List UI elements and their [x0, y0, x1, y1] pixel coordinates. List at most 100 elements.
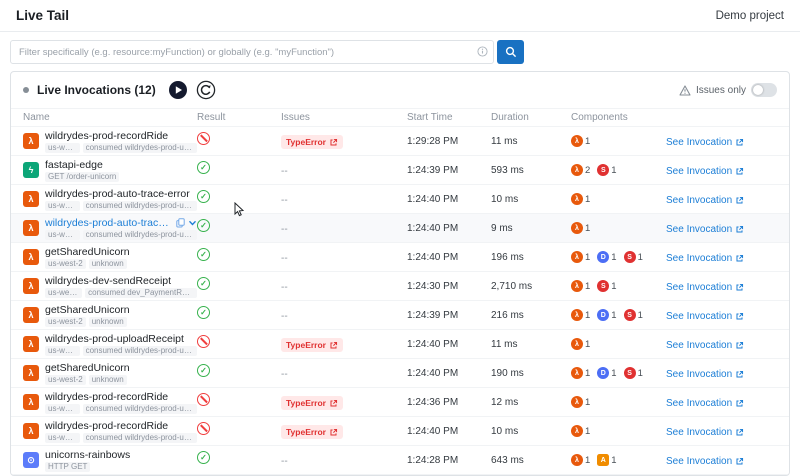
issue-badge[interactable]: TypeError [281, 338, 343, 352]
toggle-knob [753, 85, 763, 95]
table-row[interactable]: λ wildrydes-prod-auto-trace-error us-wes… [11, 214, 789, 243]
component-badge: λ1 [571, 367, 590, 379]
meta-chip: consumed wildrydes-prod-unicornDis [82, 229, 197, 240]
table-row[interactable]: λ wildrydes-prod-recordRide us-west-2 con… [11, 388, 789, 417]
issue-badge-label: TypeError [286, 340, 326, 350]
issue-external-link-icon [329, 138, 338, 147]
see-invocation-link[interactable]: See Invocation [666, 282, 744, 293]
duration: 9 ms [491, 222, 513, 234]
start-time: 1:24:40 PM [407, 367, 459, 379]
column-issues: Issues [281, 112, 310, 123]
lambda-icon: λ [23, 220, 39, 236]
lambda-component-icon: λ [571, 135, 583, 147]
invocation-meta: us-west-2consumed wildrydes-prod-unicorn… [45, 403, 197, 414]
component-count: 1 [585, 396, 591, 408]
lambda-component-icon: λ [571, 396, 583, 408]
component-badge: λ1 [571, 280, 590, 292]
see-invocation-label: See Invocation [666, 311, 733, 322]
invocation-meta: us-west-2 unknown [45, 374, 130, 385]
component-badge: λ1 [571, 338, 590, 350]
invocation-name: wildrydes-prod-auto-trace-error [45, 216, 172, 229]
component-badge: D1 [597, 251, 617, 263]
start-time: 1:24:40 PM [407, 251, 459, 263]
link-external-icon [735, 138, 744, 147]
search-button[interactable] [497, 40, 524, 64]
invocation-meta: us-west-2 unknown [45, 258, 130, 269]
see-invocation-label: See Invocation [666, 369, 733, 380]
see-invocation-link[interactable]: See Invocation [666, 253, 744, 264]
filter-bar [0, 32, 800, 71]
issue-badge[interactable]: TypeError [281, 135, 343, 149]
invocation-meta: us-west-2consumed wildrydes-prod-unicorn… [45, 142, 197, 153]
table-row[interactable]: λ getSharedUnicorn us-west-2unknown -- 1… [11, 359, 789, 388]
issue-badge[interactable]: TypeError [281, 396, 343, 410]
no-issues-dash: -- [281, 224, 288, 235]
invocation-name: wildrydes-prod-recordRide [45, 129, 169, 142]
see-invocation-link[interactable]: See Invocation [666, 340, 744, 351]
error-icon [197, 422, 210, 435]
meta-chip: us-west-2 [45, 287, 83, 298]
component-badge: λ1 [571, 251, 590, 263]
table-row[interactable]: λ wildrydes-prod-recordRide us-west-2 con… [11, 127, 789, 156]
component-count: 1 [611, 309, 617, 321]
see-invocation-link[interactable]: See Invocation [666, 166, 744, 177]
success-icon [197, 161, 210, 174]
live-indicator-dot [23, 87, 29, 93]
table-row[interactable]: λ wildrydes-prod-uploadReceipt us-west-2… [11, 330, 789, 359]
components-cell: λ1 [571, 193, 666, 205]
lambda-component-icon: λ [571, 454, 583, 466]
invocation-meta: us-west-2consumed wildrydes-prod-unicorn… [45, 345, 197, 356]
table-row[interactable]: λ getSharedUnicorn us-west-2unknown -- 1… [11, 243, 789, 272]
refresh-button[interactable] [196, 80, 216, 100]
component-count: 1 [611, 164, 617, 176]
invocation-meta: us-west-2consumed wildrydes-prod-unicorn… [45, 432, 197, 443]
play-button[interactable] [168, 80, 188, 100]
duration: 11 ms [491, 135, 518, 147]
messaging-component-icon: S [623, 367, 636, 379]
see-invocation-link[interactable]: See Invocation [666, 456, 744, 467]
start-time: 1:24:40 PM [407, 193, 459, 205]
database-component-icon: D [597, 251, 610, 263]
see-invocation-label: See Invocation [666, 398, 733, 409]
table-row[interactable]: λ wildrydes-dev-sendReceipt us-west-2 con… [11, 272, 789, 301]
search-icon [505, 46, 517, 58]
invocation-name: wildrydes-prod-recordRide [45, 419, 169, 432]
issues-only-toggle[interactable] [751, 83, 777, 97]
invocation-name: fastapi-edge [45, 158, 103, 171]
table-row[interactable]: ⊙ unicorns-rainbows HTTP GET -- 1:24:28 … [11, 446, 789, 475]
issue-badge-label: TypeError [286, 137, 326, 147]
lambda-component-icon: λ [571, 280, 583, 292]
component-badge: λ2 [571, 164, 590, 176]
table-row[interactable]: λ wildrydes-prod-auto-trace-error us-wes… [11, 185, 789, 214]
meta-chip: us-west-2 [45, 316, 86, 327]
see-invocation-link[interactable]: See Invocation [666, 224, 744, 235]
component-badge: λ1 [571, 193, 590, 205]
table-row[interactable]: λ getSharedUnicorn us-west-2unknown -- 1… [11, 301, 789, 330]
see-invocation-link[interactable]: See Invocation [666, 398, 744, 409]
see-invocation-link[interactable]: See Invocation [666, 427, 744, 438]
start-time: 1:24:40 PM [407, 425, 459, 437]
components-cell: λ1 [571, 338, 666, 350]
link-external-icon [735, 196, 744, 205]
table-row[interactable]: ϟ fastapi-edge GET /order-unicorn -- 1:2… [11, 156, 789, 185]
invocation-name: getSharedUnicorn [45, 361, 130, 374]
page-title: Live Tail [16, 8, 70, 23]
see-invocation-link[interactable]: See Invocation [666, 311, 744, 322]
filter-input[interactable] [10, 40, 494, 64]
meta-chip: consumed dev_PaymentRecords [85, 287, 197, 298]
column-duration: Duration [491, 112, 529, 123]
issue-badge[interactable]: TypeError [281, 425, 343, 439]
duration: 10 ms [491, 425, 519, 437]
lambda-icon: λ [23, 133, 39, 149]
start-time: 1:24:30 PM [407, 280, 459, 292]
chevron-down-icon[interactable] [188, 219, 197, 227]
duration: 216 ms [491, 309, 524, 321]
fastapi-icon: ϟ [23, 162, 39, 178]
see-invocation-link[interactable]: See Invocation [666, 137, 744, 148]
info-icon[interactable] [477, 46, 488, 57]
copy-icon[interactable] [176, 217, 185, 228]
project-selector[interactable]: Demo project [716, 10, 784, 22]
table-row[interactable]: λ wildrydes-prod-recordRide us-west-2 con… [11, 417, 789, 446]
see-invocation-link[interactable]: See Invocation [666, 195, 744, 206]
see-invocation-link[interactable]: See Invocation [666, 369, 744, 380]
